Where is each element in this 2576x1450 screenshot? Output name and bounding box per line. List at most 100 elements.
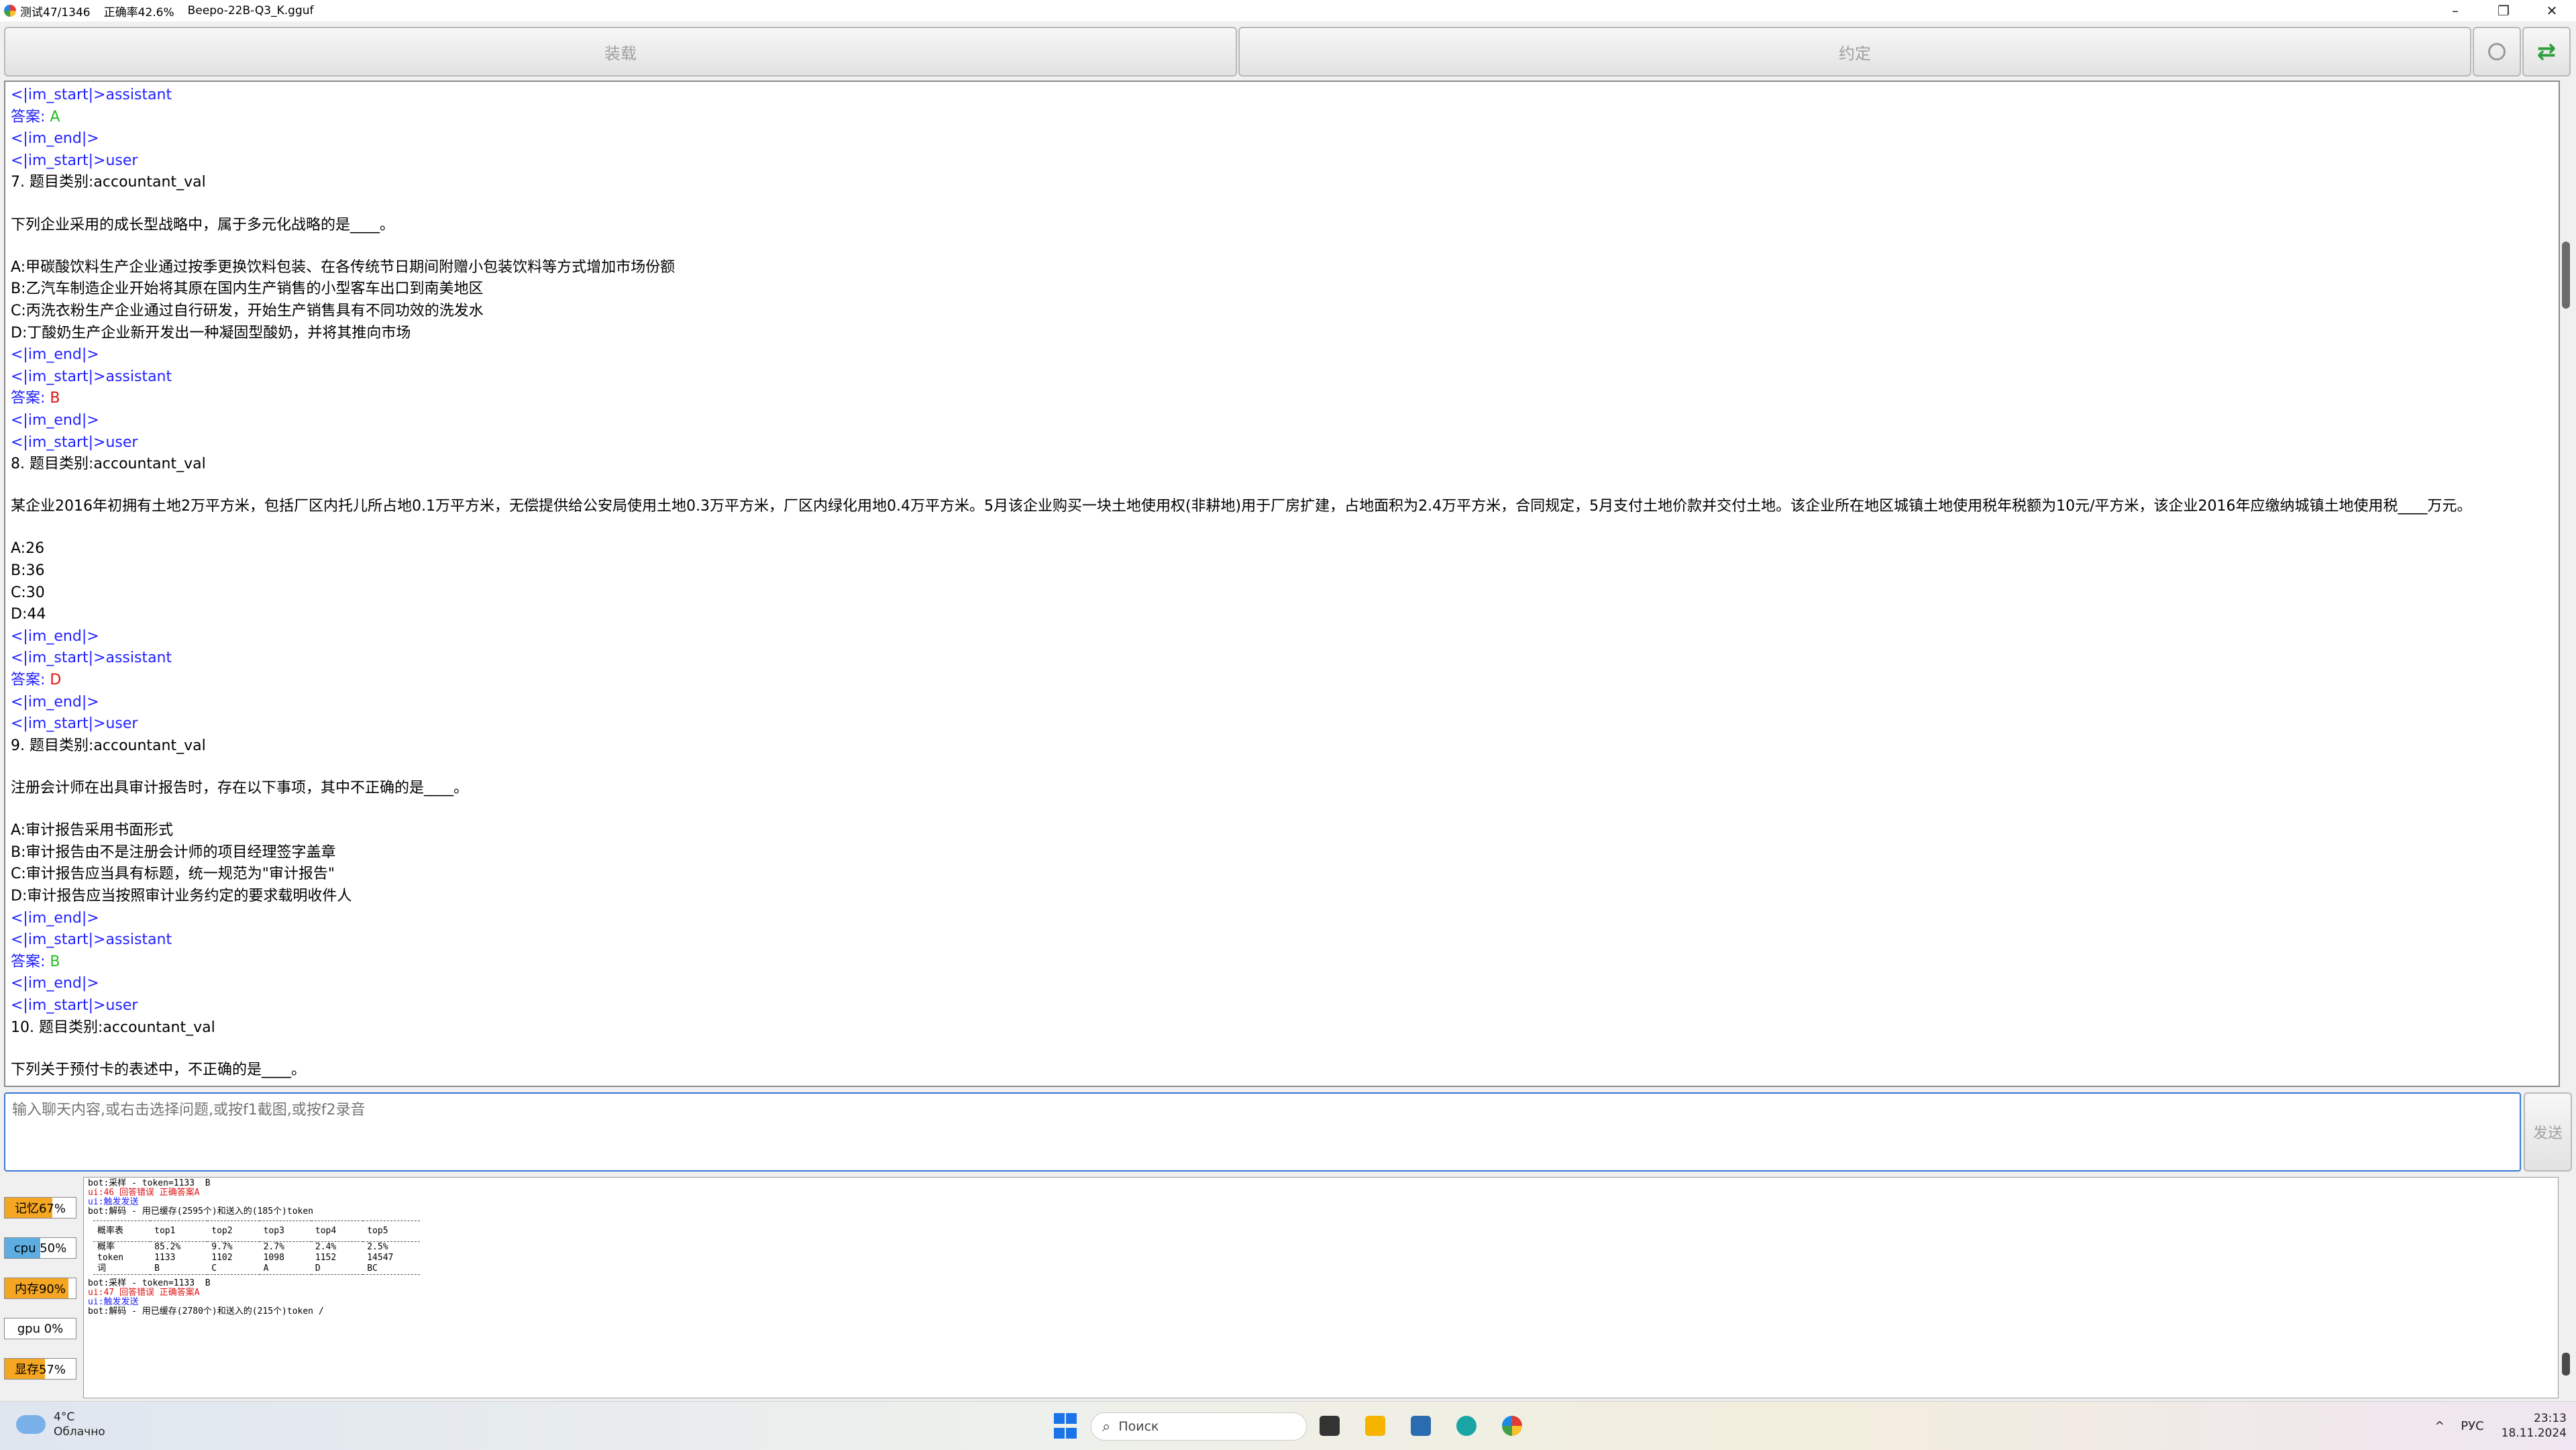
transcript-scroll-thumb[interactable] <box>2562 242 2570 309</box>
start-icon[interactable] <box>1051 1411 1080 1441</box>
transcript-line <box>11 476 2553 497</box>
chat-tag-line: <|im_end|> <box>11 411 99 429</box>
transcript-line: B:36 <box>11 562 45 580</box>
language-indicator[interactable]: РУС <box>2461 1419 2483 1433</box>
log-output[interactable]: bot:采样 - token=1133 Bui:46 回答错误 正确答案A ui:… <box>83 1177 2559 1398</box>
prob-table-header: top3 <box>259 1221 311 1242</box>
clock-date: 18.11.2024 <box>2501 1427 2567 1440</box>
weather-widget[interactable]: 4°C Облачно <box>16 1410 105 1439</box>
minimize-button[interactable]: – <box>2431 0 2479 21</box>
test-progress: 测试47/1346 <box>20 5 91 19</box>
refresh-icon: ⇄ <box>2536 38 2557 65</box>
transcript-line: A:26 <box>11 540 45 558</box>
chat-tag-line: <|im_start|>assistant <box>11 650 172 667</box>
weather-condition: Облачно <box>54 1425 105 1439</box>
answer-line: 答案: B <box>11 951 2553 974</box>
answer-value: A <box>50 108 60 125</box>
prob-table-cell: 2.4% <box>315 1242 337 1252</box>
prob-table-cell: B <box>154 1263 160 1274</box>
transcript-line <box>11 1039 2553 1059</box>
chat-tag-line: <|im_start|>assistant <box>11 368 172 385</box>
prob-table-cell: 1152 <box>315 1253 337 1263</box>
search-icon: ⌕ <box>1102 1418 1111 1435</box>
transcript-line: A:审计报告采用书面形式 <box>11 822 174 839</box>
cloud-icon <box>16 1415 46 1434</box>
agreement-button[interactable]: 约定 <box>1238 27 2471 76</box>
transcript-line: 下列关于预付卡的表述中，不正确的是____。 <box>11 1061 307 1078</box>
transcript-line: 7. 题目类别:accountant_val <box>11 174 206 191</box>
transcript-line <box>11 194 2553 215</box>
accuracy-indicator: 正确率42.6% <box>103 5 174 19</box>
prob-table-cell: 词 <box>97 1263 107 1274</box>
weather-temp: 4°C <box>54 1410 75 1424</box>
chat-tag-line: <|im_end|> <box>11 130 99 148</box>
transcript-line: 10. 题目类别:accountant_val <box>11 1019 215 1036</box>
taskbar-search[interactable]: ⌕ Поиск <box>1091 1412 1307 1441</box>
prob-table-header: top5 <box>363 1221 421 1242</box>
prob-table-cell: 2.7% <box>263 1242 284 1252</box>
prob-table-cell: A <box>263 1263 269 1274</box>
model-name: Beepo-22B-Q3_K.gguf <box>187 4 314 17</box>
probability-table: 概率表 top1 top2 top3 top4 top5 概率 85.2% 9.… <box>93 1221 421 1275</box>
log-scroll-thumb[interactable] <box>2562 1353 2570 1376</box>
restore-button[interactable]: ❐ <box>2479 0 2528 21</box>
prob-table-cell: C <box>211 1263 217 1274</box>
chat-transcript[interactable]: <|im_start|>assistant 答案: A <|im_end|> <|im… <box>4 81 2560 1087</box>
transcript-line: D:审计报告应当按照审计业务约定的要求载明收件人 <box>11 887 352 904</box>
chat-tag-line: <|im_start|>user <box>11 152 138 169</box>
prob-table-cell: 1102 <box>211 1253 233 1263</box>
send-button[interactable]: 发送 <box>2524 1092 2572 1172</box>
transcript-line <box>11 757 2553 778</box>
transcript-line: B:审计报告由不是注册会计师的项目经理签字盖章 <box>11 843 336 861</box>
chat-input[interactable] <box>4 1092 2521 1172</box>
transcript-scrollbar[interactable] <box>2560 81 2572 1087</box>
prob-table-cell: 2.5% <box>367 1242 388 1252</box>
transcript-line: 8. 题目类别:accountant_val <box>11 456 206 473</box>
transcript-line <box>11 518 2553 539</box>
memory-meter-label: 记忆67% <box>14 1202 66 1216</box>
app-logo-icon <box>4 5 16 17</box>
close-button[interactable]: ✕ <box>2528 0 2576 21</box>
cpu-meter-label: cpu 50% <box>13 1241 67 1255</box>
prob-table-header: top2 <box>207 1221 260 1242</box>
tray-chevron-icon[interactable]: ^ <box>2434 1419 2445 1433</box>
prob-table-cell: 14547 <box>367 1253 394 1263</box>
prob-table-cell: token <box>97 1253 124 1263</box>
clock[interactable]: 23:13 18.11.2024 <box>2502 1411 2567 1441</box>
record-circle-icon <box>2488 43 2506 60</box>
task-view-icon[interactable] <box>1315 1411 1344 1441</box>
gpu-meter: gpu 0% <box>4 1318 76 1339</box>
chat-tag-line: <|im_end|> <box>11 627 99 645</box>
chat-tag-line: <|im_start|>assistant <box>11 87 172 103</box>
app-icon[interactable] <box>1497 1411 1527 1441</box>
log-line: bot:采样 - token=1133 B <box>88 1278 211 1288</box>
ram-meter-label: 内存90% <box>14 1282 66 1296</box>
chat-tag-line: <|im_start|>user <box>11 433 138 451</box>
answer-line: 答案: D <box>11 670 2553 692</box>
log-scrollbar[interactable] <box>2560 1177 2572 1398</box>
record-button[interactable] <box>2473 27 2521 76</box>
title-bar: 测试47/1346 正确率42.6% Beepo-22B-Q3_K.gguf –… <box>0 0 2576 21</box>
cpu-meter: cpu 50% <box>4 1237 76 1259</box>
transcript-line: 9. 题目类别:accountant_val <box>11 737 206 754</box>
transcript-line <box>11 236 2553 257</box>
answer-prefix: 答案: <box>11 953 50 970</box>
chat-tag-line: <|im_start|>user <box>11 715 138 733</box>
answer-line: 答案: B <box>11 388 2553 410</box>
chat-tag-line: <|im_end|> <box>11 693 99 711</box>
answer-value: D <box>50 672 62 689</box>
transcript-line: D:丁酸奶生产企业新开发出一种凝固型酸奶，并将其推向市场 <box>11 324 411 342</box>
memory-meter: 记忆67% <box>4 1197 76 1219</box>
chat-tag-line: <|im_start|>user <box>11 996 138 1014</box>
prob-table-cell: 9.7% <box>211 1242 233 1252</box>
transcript-line <box>11 800 2553 821</box>
reset-button[interactable]: ⇄ <box>2522 27 2571 76</box>
prob-table-cell: BC <box>367 1263 378 1274</box>
store-icon[interactable] <box>1406 1411 1436 1441</box>
prob-table-row: 词 B C A D BC <box>93 1263 420 1275</box>
prob-table-cell: 85.2% <box>154 1242 181 1252</box>
edge-icon[interactable] <box>1452 1411 1481 1441</box>
file-explorer-icon[interactable] <box>1360 1411 1390 1441</box>
load-button[interactable]: 装载 <box>4 27 1237 76</box>
transcript-line: B:乙汽车制造企业开始将其原在国内生产销售的小型客车出口到南美地区 <box>11 280 484 298</box>
